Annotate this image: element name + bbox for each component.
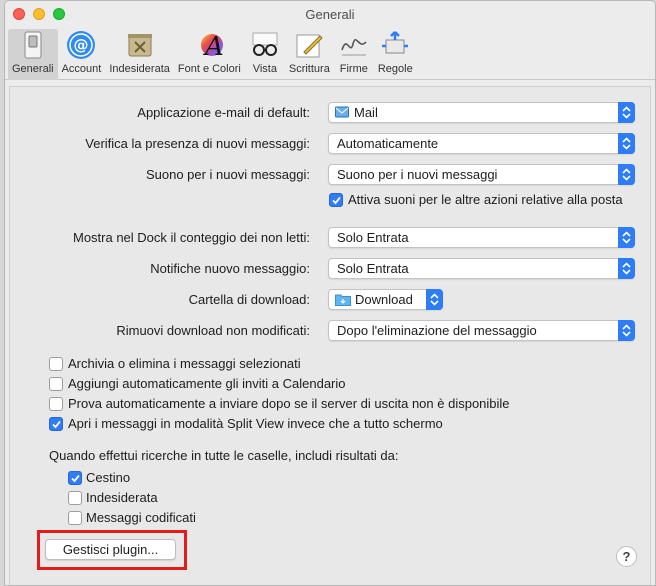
svg-text:A: A bbox=[203, 32, 224, 60]
chevron-updown-icon bbox=[618, 164, 635, 185]
remove-downloads-select[interactable]: Dopo l'eliminazione del messaggio bbox=[328, 320, 635, 341]
search-encrypted-checkbox[interactable] bbox=[68, 511, 82, 525]
rules-icon bbox=[379, 29, 411, 60]
archive-delete-checkbox[interactable] bbox=[49, 357, 63, 371]
calendar-invites-checkbox[interactable] bbox=[49, 377, 63, 391]
svg-text:@: @ bbox=[74, 36, 89, 54]
tab-account[interactable]: @ Account bbox=[58, 29, 106, 80]
default-mail-row: Applicazione e-mail di default: Mail bbox=[10, 102, 650, 124]
split-view-checkbox[interactable] bbox=[49, 417, 63, 431]
tab-font-e-colori[interactable]: A Font e Colori bbox=[174, 29, 245, 80]
tab-regole[interactable]: Regole bbox=[374, 29, 417, 80]
chevron-updown-icon bbox=[618, 102, 635, 123]
chevron-updown-icon bbox=[618, 320, 635, 341]
remove-downloads-row: Rimuovi download non modificati: Dopo l'… bbox=[10, 320, 650, 342]
chevron-updown-icon bbox=[618, 258, 635, 279]
junk-bin-icon bbox=[124, 29, 156, 60]
download-folder-row: Cartella di download: Download bbox=[10, 289, 650, 311]
glasses-icon bbox=[249, 29, 281, 60]
help-button[interactable]: ? bbox=[616, 546, 637, 567]
zoom-window-button[interactable] bbox=[53, 8, 65, 20]
default-mail-select[interactable]: Mail bbox=[328, 102, 635, 123]
minimize-window-button[interactable] bbox=[33, 8, 45, 20]
tab-firme[interactable]: Firme bbox=[334, 29, 374, 80]
check-new-select[interactable]: Automaticamente bbox=[328, 133, 635, 154]
window-title: Generali bbox=[305, 7, 355, 22]
folder-icon bbox=[335, 292, 351, 306]
chevron-updown-icon bbox=[618, 133, 635, 154]
tab-generali[interactable]: Generali bbox=[8, 29, 58, 80]
tab-vista[interactable]: Vista bbox=[245, 29, 285, 80]
manage-plugins-button[interactable]: Gestisci plugin... bbox=[45, 539, 176, 560]
tab-scrittura[interactable]: Scrittura bbox=[285, 29, 334, 80]
preferences-toolbar: Generali @ Account Indesiderata A Font e… bbox=[5, 29, 655, 80]
title-bar: Generali bbox=[5, 1, 655, 29]
notifications-row: Notifiche nuovo messaggio: Solo Entrata bbox=[10, 258, 650, 280]
search-heading: Quando effettui ricerche in tutte le cas… bbox=[49, 448, 399, 463]
chevron-updown-icon bbox=[426, 289, 443, 310]
check-new-row: Verifica la presenza di nuovi messaggi: … bbox=[10, 133, 650, 155]
other-sounds-label: Attiva suoni per le altre azioni relativ… bbox=[348, 192, 623, 207]
tab-indesiderata[interactable]: Indesiderata bbox=[105, 29, 174, 80]
download-folder-select[interactable]: Download bbox=[328, 289, 443, 310]
dock-count-select[interactable]: Solo Entrata bbox=[328, 227, 635, 248]
switch-icon bbox=[17, 29, 49, 60]
close-window-button[interactable] bbox=[13, 8, 25, 20]
dock-count-row: Mostra nel Dock il conteggio dei non let… bbox=[10, 227, 650, 249]
general-settings-panel: Applicazione e-mail di default: Mail Ver… bbox=[9, 86, 651, 585]
mail-app-icon bbox=[335, 105, 349, 119]
new-sound-select[interactable]: Suono per i nuovi messaggi bbox=[328, 164, 635, 185]
chevron-updown-icon bbox=[618, 227, 635, 248]
new-sound-row: Suono per i nuovi messaggi: Suono per i … bbox=[10, 164, 650, 186]
signature-icon bbox=[338, 29, 370, 60]
compose-icon bbox=[293, 29, 325, 60]
retry-send-checkbox[interactable] bbox=[49, 397, 63, 411]
search-trash-checkbox[interactable] bbox=[68, 471, 82, 485]
other-sounds-checkbox[interactable] bbox=[329, 193, 343, 207]
at-sign-icon: @ bbox=[65, 29, 97, 60]
preferences-window: Generali Generali @ Account Indesiderata… bbox=[4, 0, 656, 586]
search-junk-checkbox[interactable] bbox=[68, 491, 82, 505]
font-color-icon: A bbox=[193, 29, 225, 60]
notifications-select[interactable]: Solo Entrata bbox=[328, 258, 635, 279]
